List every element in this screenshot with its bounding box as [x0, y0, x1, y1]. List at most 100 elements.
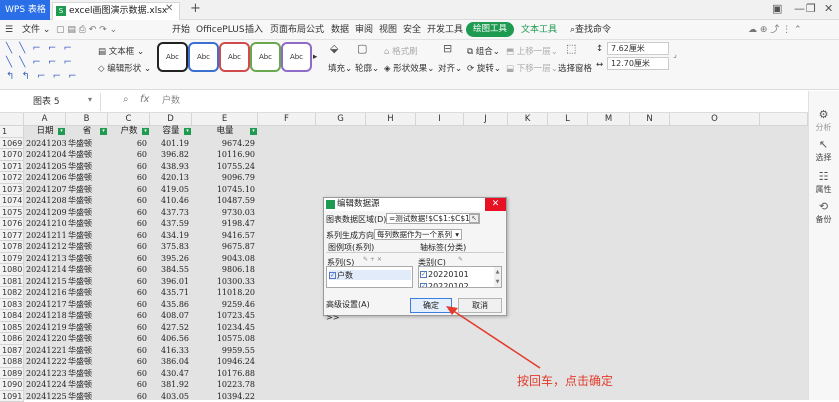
side-select[interactable]: ↖选择: [808, 138, 839, 163]
style-preset-4[interactable]: Abc: [250, 42, 281, 72]
row-header[interactable]: 1079: [0, 253, 24, 265]
column-header-g[interactable]: G: [316, 113, 366, 126]
fx-icon[interactable]: fx: [140, 94, 149, 105]
cell-capacity[interactable]: 410.46: [150, 195, 192, 207]
shape-effect-button[interactable]: ◈ 形状效果⌄: [384, 62, 434, 74]
cell-date[interactable]: 20241221: [24, 345, 66, 357]
cell-date[interactable]: 20241218: [24, 310, 66, 322]
cell-province[interactable]: 华盛顿: [66, 299, 108, 311]
dialog-close-button[interactable]: ✕: [485, 198, 506, 211]
cell-date[interactable]: 20241211: [24, 230, 66, 242]
menu-officeplus[interactable]: OfficePLUS: [196, 20, 245, 40]
cell-electricity[interactable]: 9096.79: [192, 172, 258, 184]
minimize-icon[interactable]: —: [794, 2, 805, 15]
cell-date[interactable]: 20241207: [24, 184, 66, 196]
cell-electricity[interactable]: 10116.90: [192, 149, 258, 161]
cell-province[interactable]: 华盛顿: [66, 368, 108, 380]
cell-province[interactable]: 华盛顿: [66, 184, 108, 196]
menu-view[interactable]: 视图: [379, 20, 397, 40]
hamburger-icon[interactable]: ☰: [5, 20, 13, 40]
row-header[interactable]: 1083: [0, 299, 24, 311]
select-all-corner[interactable]: [0, 113, 24, 126]
cell-electricity[interactable]: 10946.24: [192, 356, 258, 368]
cell-date[interactable]: 20241215: [24, 276, 66, 288]
cell-households[interactable]: 60: [108, 138, 150, 150]
row-header[interactable]: 1075: [0, 207, 24, 219]
cell-capacity[interactable]: 408.07: [150, 310, 192, 322]
side-backup[interactable]: ⟲备份: [808, 200, 839, 225]
filter-icon[interactable]: ▾: [142, 128, 149, 135]
cell-households[interactable]: 60: [108, 149, 150, 161]
series-toolbar-icons[interactable]: ✎ + ✕: [363, 256, 382, 263]
restore-icon[interactable]: ❐: [806, 2, 816, 15]
cell-date[interactable]: 20241220: [24, 333, 66, 345]
cell-province[interactable]: 华盛顿: [66, 172, 108, 184]
row-header[interactable]: 1080: [0, 264, 24, 276]
cell-electricity[interactable]: 10300.33: [192, 276, 258, 288]
cell-households[interactable]: 60: [108, 195, 150, 207]
cell-electricity[interactable]: 10176.88: [192, 368, 258, 380]
column-header-e[interactable]: E: [192, 113, 258, 126]
row-header[interactable]: 1088: [0, 356, 24, 368]
row-header[interactable]: 1086: [0, 333, 24, 345]
cell-capacity[interactable]: 434.19: [150, 230, 192, 242]
row-header[interactable]: 1081: [0, 276, 24, 288]
menu-security[interactable]: 安全: [403, 20, 421, 40]
cell-electricity[interactable]: 9674.29: [192, 138, 258, 150]
cell-province[interactable]: 华盛顿: [66, 345, 108, 357]
toolbar-right-icons[interactable]: ☁ ⊕ ⤴ ⋮ ⌃: [748, 20, 802, 40]
cell-province[interactable]: 华盛顿: [66, 310, 108, 322]
category-scrollbar[interactable]: ▲▼: [494, 267, 501, 287]
row-header[interactable]: 1084: [0, 310, 24, 322]
style-gallery-expand[interactable]: ▸: [313, 52, 317, 62]
cell-households[interactable]: 60: [108, 322, 150, 334]
cell-households[interactable]: 60: [108, 161, 150, 173]
cell-capacity[interactable]: 395.26: [150, 253, 192, 265]
size-dialog-launcher-icon[interactable]: ⌟: [673, 50, 677, 60]
cell-households[interactable]: 60: [108, 379, 150, 391]
cell-electricity[interactable]: 10723.45: [192, 310, 258, 322]
direction-select[interactable]: 每列数据作为一个系列▾: [374, 229, 462, 240]
cell-date[interactable]: 20241206: [24, 172, 66, 184]
menu-formula[interactable]: 公式: [306, 20, 324, 40]
cell-electricity[interactable]: 9198.47: [192, 218, 258, 230]
cell-date[interactable]: 20241225: [24, 391, 66, 402]
category-item[interactable]: ✓20220101: [420, 270, 469, 279]
filter-icon[interactable]: ▾: [58, 128, 65, 135]
cell-date[interactable]: 20241222: [24, 356, 66, 368]
row-header[interactable]: 1082: [0, 287, 24, 299]
group-button[interactable]: ⧉ 组合⌄: [467, 45, 500, 57]
cell-date[interactable]: 20241209: [24, 207, 66, 219]
quick-access-icons[interactable]: ▢ ▤ ⎙ ↶ ↷ ⌄: [56, 20, 117, 40]
selection-pane-button[interactable]: 选择窗格: [558, 62, 592, 74]
zoom-icon[interactable]: ⌕: [123, 94, 129, 105]
style-preset-1[interactable]: Abc: [157, 42, 188, 72]
cell-households[interactable]: 60: [108, 310, 150, 322]
cell-province[interactable]: 华盛顿: [66, 264, 108, 276]
column-header-n[interactable]: N: [630, 113, 670, 126]
header-cell-capacity[interactable]: 容量▾: [150, 126, 192, 138]
column-header-l[interactable]: L: [548, 113, 588, 126]
cell-province[interactable]: 华盛顿: [66, 230, 108, 242]
column-header-k[interactable]: K: [508, 113, 548, 126]
cell-electricity[interactable]: 9259.46: [192, 299, 258, 311]
cell-households[interactable]: 60: [108, 333, 150, 345]
cell-electricity[interactable]: 11018.20: [192, 287, 258, 299]
row-header[interactable]: 1085: [0, 322, 24, 334]
advanced-settings-button[interactable]: 高级设置(A) >>: [326, 298, 382, 313]
wps-app-button[interactable]: WPS 表格: [0, 0, 50, 20]
range-input[interactable]: =测试数据!$C$1:$C$10: [386, 213, 480, 224]
cell-province[interactable]: 华盛顿: [66, 241, 108, 253]
cell-province[interactable]: 华盛顿: [66, 161, 108, 173]
style-preset-5[interactable]: Abc: [281, 42, 312, 72]
header-cell-electricity[interactable]: 电量▾: [192, 126, 258, 138]
cell-province[interactable]: 华盛顿: [66, 218, 108, 230]
column-header-b[interactable]: B: [66, 113, 108, 126]
cell-province[interactable]: 华盛顿: [66, 253, 108, 265]
menu-insert[interactable]: 插入: [245, 20, 263, 40]
row-header[interactable]: 1078: [0, 241, 24, 253]
cell-date[interactable]: 20241212: [24, 241, 66, 253]
cell-households[interactable]: 60: [108, 184, 150, 196]
cell-capacity[interactable]: 437.59: [150, 218, 192, 230]
cell-electricity[interactable]: 9416.57: [192, 230, 258, 242]
